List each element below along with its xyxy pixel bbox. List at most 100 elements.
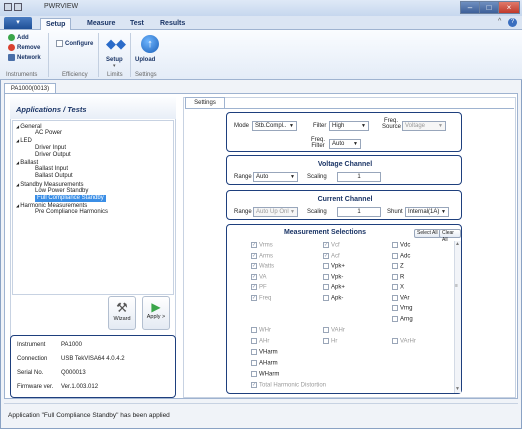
tree-item-label: Driver Output xyxy=(35,151,71,158)
measurement-checkbox[interactable]: ✓ PF xyxy=(251,284,267,291)
tab-setup[interactable]: Setup xyxy=(40,18,72,30)
file-menu-button[interactable]: ▾ xyxy=(4,17,32,29)
shunt-select[interactable]: Internal(1A) ▼ xyxy=(405,207,449,217)
minimize-button[interactable]: – xyxy=(460,1,480,14)
measurement-checkbox[interactable]: ✓ Freq xyxy=(251,294,271,301)
remove-instrument-button[interactable]: Remove xyxy=(8,44,40,52)
measurement-checkbox[interactable]: Hr xyxy=(323,338,337,345)
save-icon[interactable] xyxy=(4,3,12,11)
scroll-grip-icon: ≡ xyxy=(455,283,458,289)
measurement-label: VA xyxy=(259,274,267,281)
freq-filter-select[interactable]: Auto ▼ xyxy=(329,139,361,149)
measurement-checkbox[interactable]: VHarm xyxy=(251,349,278,356)
clear-all-button[interactable]: Clear All xyxy=(439,229,461,243)
help-icon[interactable]: ? xyxy=(508,18,517,27)
quick-access-toolbar[interactable] xyxy=(4,3,34,14)
upload-button[interactable]: Upload xyxy=(135,56,155,64)
measurement-checkbox[interactable]: R xyxy=(392,273,405,281)
measurement-checkbox[interactable]: ✓ Vrms xyxy=(251,242,273,249)
measurement-checkbox[interactable]: X xyxy=(392,284,404,291)
measurement-label: WHarm xyxy=(259,371,280,378)
measurement-label: Apk+ xyxy=(331,284,345,291)
tree-item[interactable]: Pre Compliance Harmonics xyxy=(35,209,108,216)
tab-measure[interactable]: Measure xyxy=(82,18,120,30)
tree-item-label: Ballast xyxy=(20,160,39,166)
measurement-checkbox[interactable]: Vpk- xyxy=(323,273,343,280)
measurement-checkbox[interactable]: WHarm xyxy=(251,371,279,378)
tab-results[interactable]: Results xyxy=(155,18,190,30)
scroll-down-icon[interactable]: ▼ xyxy=(455,386,460,392)
tab-settings[interactable]: Settings xyxy=(185,97,225,108)
measurement-checkbox[interactable]: ✓ VA xyxy=(251,273,267,281)
measurement-checkbox[interactable]: VAHr xyxy=(323,327,345,334)
current-range-select[interactable]: Auto Up Onl ▼ xyxy=(253,207,298,217)
measurement-checkbox[interactable]: Vdc xyxy=(392,242,410,249)
measurement-checkbox[interactable]: WHr xyxy=(251,327,271,334)
select-all-button[interactable]: Select All xyxy=(414,229,441,238)
measurement-checkbox[interactable]: Adc xyxy=(392,252,411,260)
checkbox-icon xyxy=(323,294,329,301)
measurement-checkbox[interactable]: ✓ Arms xyxy=(251,252,273,259)
instrument-value: PA1000 xyxy=(61,342,82,348)
current-scaling-input[interactable]: 1 xyxy=(337,207,381,217)
tree-item[interactable]: Ballast Input xyxy=(35,166,68,173)
measurement-checkbox[interactable]: ✓ Watts xyxy=(251,263,274,270)
wizard-button[interactable]: ⚒ Wizard xyxy=(108,296,136,330)
checkmark-icon: ✓ xyxy=(251,382,257,388)
remove-icon xyxy=(8,44,15,51)
measurement-checkbox[interactable]: Vpk+ xyxy=(323,263,345,270)
tree-item[interactable]: ◢ LED xyxy=(16,137,32,145)
measurement-checkbox[interactable]: ✓ Total Harmonic Distortion xyxy=(251,382,326,389)
measurement-checkbox[interactable]: AHarm xyxy=(251,360,278,367)
maximize-button[interactable]: □ xyxy=(479,1,499,14)
voltage-scaling-input[interactable]: 1 xyxy=(337,172,381,182)
measurement-checkbox[interactable]: Apk+ xyxy=(323,284,345,291)
measurement-label: R xyxy=(400,274,405,281)
limits-setup-icon: ◆◆ xyxy=(106,36,126,51)
voltage-range-select[interactable]: Auto ▼ xyxy=(253,172,298,182)
checkmark-icon: ✓ xyxy=(323,252,329,259)
close-button[interactable]: × xyxy=(498,1,520,14)
ribbon-minimize-icon[interactable]: ^ xyxy=(498,18,501,25)
checkmark-icon: ✓ xyxy=(251,242,257,248)
ribbon-separator xyxy=(48,33,49,77)
measurement-checkbox[interactable]: AHr xyxy=(251,338,269,345)
tree-item[interactable]: Ballast Output xyxy=(35,173,73,180)
applications-tree[interactable]: ◢ General AC Power ◢ LED Driver Input Driver… xyxy=(12,120,174,295)
measurement-checkbox[interactable]: ✓ Acf xyxy=(323,252,340,259)
measurement-checkbox[interactable]: VAr xyxy=(392,294,410,301)
mode-select[interactable]: Stb.Compl.. ▼ xyxy=(252,121,297,131)
measurement-label: Vrng xyxy=(400,305,413,312)
add-instrument-button[interactable]: Add xyxy=(8,34,29,42)
undo-icon[interactable] xyxy=(14,3,22,11)
configure-checkbox[interactable]: Configure xyxy=(56,40,93,48)
measurement-label: VHarm xyxy=(259,349,278,356)
measurement-checkbox[interactable]: Vrng xyxy=(392,305,412,312)
measurement-checkbox[interactable]: Z xyxy=(392,263,404,270)
tree-item[interactable]: Low Power Standby xyxy=(35,188,88,195)
tree-item[interactable]: Full Compliance Standby xyxy=(35,195,106,202)
measurement-checkbox[interactable]: ✓ Vcf xyxy=(323,242,340,249)
apply-button[interactable]: ▶ Apply > xyxy=(142,296,170,330)
checkbox-icon xyxy=(251,360,257,366)
network-icon xyxy=(8,54,15,61)
current-channel-box: Current Channel Range Auto Up Onl ▼ Scali… xyxy=(226,190,462,220)
network-button[interactable]: Network xyxy=(8,54,41,62)
measurements-scrollbar[interactable] xyxy=(454,241,461,393)
measurement-checkbox[interactable]: Apk- xyxy=(323,294,343,301)
tree-item[interactable]: Driver Input xyxy=(35,145,66,152)
tree-item[interactable]: AC Power xyxy=(35,130,62,137)
voltage-channel-box: Voltage Channel Range Auto ▼ Scaling 1 xyxy=(226,155,462,185)
serial-value: Q000013 xyxy=(61,370,86,376)
dropdown-arrow-icon: ▾ xyxy=(113,63,116,69)
measurement-label: Adc xyxy=(400,253,411,260)
scroll-up-icon[interactable]: ▲ xyxy=(455,241,460,247)
firmware-value: Ver.1.003.012 xyxy=(61,384,99,390)
measurement-checkbox[interactable]: VArHr xyxy=(392,338,416,345)
filter-select[interactable]: High ▼ xyxy=(329,121,369,131)
measurement-checkbox[interactable]: Arng xyxy=(392,315,413,322)
freq-source-select[interactable]: Voltage ▼ xyxy=(402,121,446,131)
chevron-down-icon: ▼ xyxy=(353,141,358,147)
tree-item[interactable]: Driver Output xyxy=(35,152,71,159)
tab-test[interactable]: Test xyxy=(125,18,149,30)
